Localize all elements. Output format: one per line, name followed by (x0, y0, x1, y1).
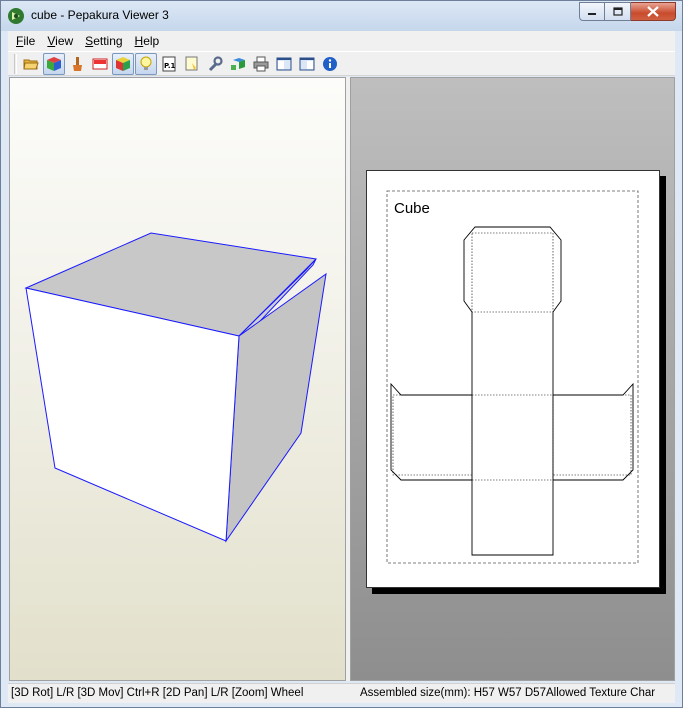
3d-view-pane[interactable] (9, 77, 346, 681)
3d-cube-model[interactable] (10, 78, 347, 682)
status-bar: [3D Rot] L/R [3D Mov] Ctrl+R [2D Pan] L/… (8, 683, 675, 703)
page-button[interactable]: P.1 (158, 53, 180, 75)
svg-text:P.1: P.1 (164, 62, 176, 70)
menu-setting[interactable]: Setting (79, 34, 128, 48)
print-margin (386, 190, 639, 564)
pepakura-logo-icon (8, 8, 24, 24)
printer-icon (253, 56, 269, 71)
maximize-button[interactable] (605, 2, 631, 21)
menu-file-rest: ile (23, 34, 36, 48)
status-size: Assembled size(mm): H57 W57 D57Allowed T… (360, 687, 656, 699)
colored-cube-icon (116, 56, 130, 71)
open-folder-icon (23, 59, 39, 69)
minimize-icon (588, 12, 596, 15)
glue-flap-top (463, 226, 562, 313)
3d-view-button[interactable] (43, 52, 65, 75)
about-button[interactable] (319, 53, 341, 75)
unfold-cube-icon (231, 57, 245, 70)
title-bar[interactable]: cube - Pepakura Viewer 3 (1, 1, 682, 31)
net-face-right (552, 394, 632, 476)
window-title: cube - Pepakura Viewer 3 (31, 8, 169, 22)
page-p1-icon: P.1 (162, 56, 176, 71)
close-button[interactable] (631, 2, 676, 21)
unfolded-net[interactable] (367, 171, 661, 589)
wrench-icon (208, 55, 223, 71)
net-face-top (471, 232, 554, 313)
brush-icon (73, 56, 82, 71)
paper-sheet[interactable]: Cube (366, 170, 660, 588)
info-icon (323, 56, 337, 71)
open-button[interactable] (20, 53, 42, 75)
menu-help[interactable]: Help (129, 34, 166, 48)
window-layout-left-icon (276, 57, 292, 70)
menu-view[interactable]: View (41, 34, 79, 48)
menu-file[interactable]: File (10, 34, 41, 48)
menu-setting-rest: etting (93, 34, 123, 48)
glue-flap-left (390, 382, 472, 481)
paint-button[interactable] (66, 53, 88, 75)
light-button[interactable] (135, 52, 157, 75)
notes-button[interactable] (181, 53, 203, 75)
part-title: Cube (394, 200, 430, 217)
app-window: cube - Pepakura Viewer 3 File View Setti… (0, 0, 683, 708)
print-button[interactable] (250, 53, 272, 75)
toolbar-grip[interactable] (14, 53, 17, 74)
layout-left-button[interactable] (273, 53, 295, 75)
2d-view-pane[interactable]: Cube (350, 77, 675, 681)
numbered-edges-icon (92, 58, 108, 69)
menu-help-rest: elp (143, 34, 160, 48)
maximize-icon (612, 6, 623, 16)
net-strip (471, 312, 554, 556)
menu-bar: File View Setting Help (8, 31, 675, 51)
window-controls (579, 2, 676, 21)
menu-view-rest: iew (55, 34, 74, 48)
edge-numbers-button[interactable] (89, 53, 111, 75)
3d-texture-cube-icon (47, 56, 61, 71)
net-face-left (392, 394, 473, 476)
window-layout-right-icon (299, 57, 315, 70)
sticky-note-icon (185, 56, 198, 70)
light-bulb-icon (140, 56, 152, 70)
color-cube-button[interactable] (112, 52, 134, 75)
toolbar: P.1 (8, 51, 675, 76)
glue-flap-right (553, 382, 634, 481)
close-icon (647, 6, 659, 17)
layout-right-button[interactable] (296, 53, 318, 75)
status-hint: [3D Rot] L/R [3D Mov] Ctrl+R [2D Pan] L/… (11, 687, 304, 699)
unfold-button[interactable] (227, 53, 249, 75)
minimize-button[interactable] (579, 2, 605, 21)
settings-button[interactable] (204, 53, 226, 75)
